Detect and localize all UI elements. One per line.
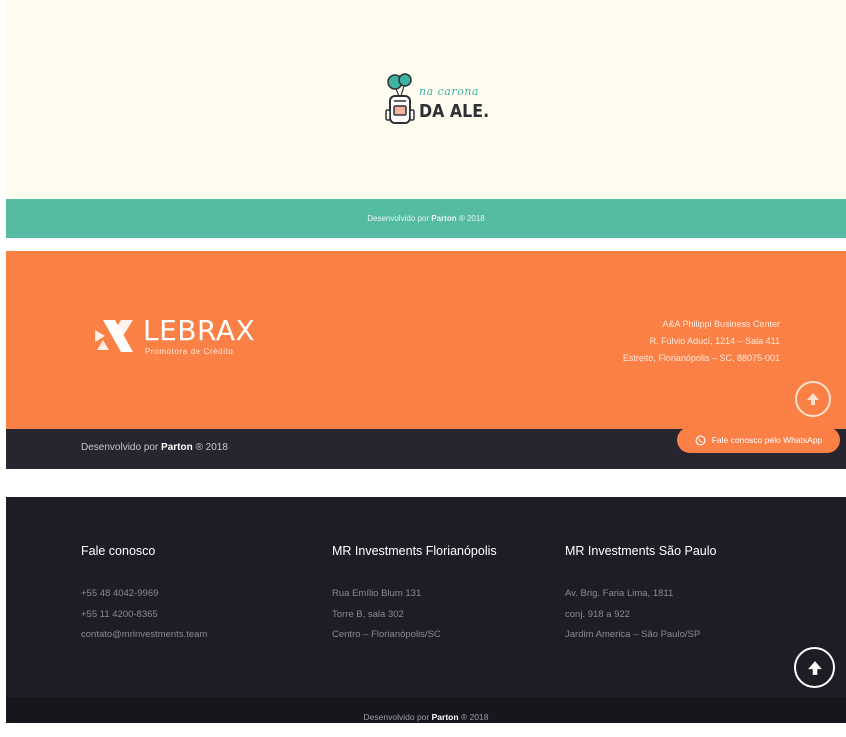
credit-prefix: Desenvolvido por [363,712,430,722]
lebrax-address: A&A Philippi Business Center R. Fúlvio A… [560,316,780,367]
address-line: Jardim America – São Paulo/SP [565,629,701,640]
footer-column-sao-paulo: MR Investments São Paulo Av. Brig. Faria… [565,544,716,646]
column-title: MR Investments Florianópolis [332,544,497,558]
column-title: Fale conosco [81,544,156,558]
address-line: R. Fúlvio Aducí, 1214 – Sala 411 [649,336,780,346]
contact-phone-link[interactable]: +55 48 4042-9969 [81,584,207,605]
whatsapp-label: Fale conosco pelo WhatsApp [711,435,823,445]
scroll-top-button[interactable] [795,381,831,417]
mr-credit-bar: Desenvolvido por Parton ® 2018 [6,697,846,723]
credit-prefix: Desenvolvido por [367,214,430,223]
lebrax-credit: Desenvolvido por Parton ® 2018 [81,442,228,453]
address-line: Torre B, sala 302 [332,608,404,620]
whatsapp-button[interactable]: Fale conosco pelo WhatsApp [677,427,840,453]
credit-suffix: ® 2018 [195,442,228,453]
address-line: Av. Brig. Faria Lima, 1811 [565,588,674,599]
address-line: conj. 918 a 922 [565,608,630,620]
contact-email-link[interactable]: contato@mrinvestments.team [81,625,207,646]
contact-phone-link[interactable]: +55 11 4200-8365 [81,605,207,626]
lebrax-logo[interactable]: LEBRAX Promotora de Crédito [93,314,263,362]
address-line: Rua Emílio Blum 131 [332,588,422,599]
footer-column-contact: Fale conosco +55 48 4042-9969 +55 11 420… [81,544,207,646]
arrow-up-icon [807,660,822,675]
balloon-backpack-icon [385,73,415,124]
address-line: Estreito, Florianópolis – SC, 88075-001 [622,353,780,363]
credit-suffix: ® 2018 [458,214,485,223]
nacarona-logo[interactable]: na carona DA ALE. [376,72,496,128]
credit-prefix: Desenvolvido por [81,442,159,453]
lebrax-tagline: Promotora de Crédito [145,347,234,356]
credit-brand-link[interactable]: Parton [431,214,456,223]
arrow-up-icon [807,393,819,405]
lebrax-wordmark: LEBRAX [143,314,256,347]
lebrax-x-icon [95,320,133,352]
credit-brand-link[interactable]: Parton [161,442,193,453]
scroll-top-button[interactable] [794,647,835,688]
address-line: Centro – Florianópolis/SC [332,629,441,640]
credit-suffix: ® 2018 [460,712,489,722]
column-title: MR Investments São Paulo [565,544,717,558]
footer-column-florianopolis: MR Investments Florianópolis Rua Emílio … [332,544,497,646]
credit-brand-link[interactable]: Parton [432,712,459,722]
address-line: A&A Philippi Business Center [662,319,780,329]
logo-script-text: na carona [419,85,479,98]
whatsapp-icon [695,435,706,445]
nacarona-credit-bar: Desenvolvido por Parton ® 2018 [6,199,846,238]
logo-brand-text: DA ALE. [419,101,490,122]
